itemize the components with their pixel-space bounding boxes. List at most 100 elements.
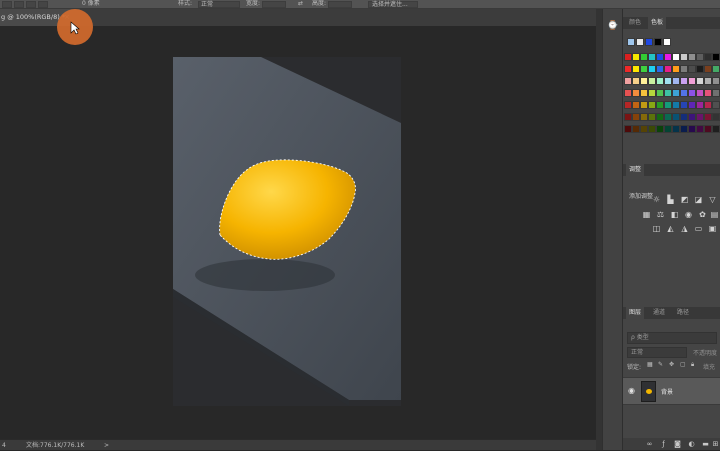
swatch[interactable]: [664, 113, 672, 121]
swatch[interactable]: [696, 113, 704, 121]
swatch[interactable]: [624, 77, 632, 85]
swatch[interactable]: [636, 38, 644, 46]
swatch[interactable]: [680, 65, 688, 73]
swatch[interactable]: [680, 113, 688, 121]
swatch[interactable]: [632, 101, 640, 109]
blend-mode-select[interactable]: 正常: [627, 347, 687, 358]
height-input[interactable]: [328, 1, 352, 8]
swatch[interactable]: [640, 113, 648, 121]
swatch[interactable]: [656, 53, 664, 61]
swatch[interactable]: [696, 89, 704, 97]
swatch[interactable]: [704, 53, 712, 61]
intersect-selection-icon[interactable]: [38, 1, 48, 8]
swatch[interactable]: [664, 53, 672, 61]
swatch[interactable]: [672, 77, 680, 85]
layer-style-icon[interactable]: ƒ: [659, 440, 668, 448]
swatch[interactable]: [648, 65, 656, 73]
swatch[interactable]: [624, 113, 632, 121]
swatch[interactable]: [680, 53, 688, 61]
swatch[interactable]: [712, 65, 720, 73]
lock-artboard-icon[interactable]: ▢: [680, 361, 686, 368]
add-mask-icon[interactable]: ◙: [673, 440, 682, 448]
lock-move-icon[interactable]: ✥: [669, 361, 674, 368]
swatch[interactable]: [632, 89, 640, 97]
new-selection-icon[interactable]: [2, 1, 12, 8]
swatch[interactable]: [664, 101, 672, 109]
layer-filter-input[interactable]: ρ 类型: [627, 332, 717, 344]
canvas-area[interactable]: [0, 26, 596, 439]
add-selection-icon[interactable]: [14, 1, 24, 8]
swatch[interactable]: [688, 89, 696, 97]
swatch[interactable]: [656, 101, 664, 109]
selective-color-icon[interactable]: ▣: [707, 224, 718, 233]
swatch[interactable]: [663, 38, 671, 46]
swatch[interactable]: [696, 53, 704, 61]
swatch[interactable]: [672, 101, 680, 109]
swatch[interactable]: [640, 125, 648, 133]
swatch[interactable]: [632, 65, 640, 73]
swatch[interactable]: [672, 125, 680, 133]
swatch[interactable]: [680, 77, 688, 85]
tab-swatches[interactable]: 色板: [648, 17, 667, 29]
swatch[interactable]: [640, 89, 648, 97]
status-menu-arrow[interactable]: >: [104, 440, 109, 451]
swatch[interactable]: [654, 38, 662, 46]
new-adjustment-icon[interactable]: ◐: [687, 440, 696, 448]
swatch[interactable]: [688, 65, 696, 73]
curves-icon[interactable]: ◩: [679, 195, 690, 204]
brightness-contrast-icon[interactable]: ☼: [651, 195, 662, 204]
swatch[interactable]: [696, 77, 704, 85]
subtract-selection-icon[interactable]: [26, 1, 36, 8]
link-layers-icon[interactable]: ∞: [645, 440, 654, 448]
swatch[interactable]: [688, 113, 696, 121]
swatch[interactable]: [632, 53, 640, 61]
swatch[interactable]: [624, 65, 632, 73]
swatch[interactable]: [664, 125, 672, 133]
swatch[interactable]: [648, 101, 656, 109]
swatch[interactable]: [664, 77, 672, 85]
tab-color[interactable]: 颜色: [626, 17, 644, 29]
levels-icon[interactable]: ▙: [665, 195, 676, 204]
channel-mixer-icon[interactable]: ✿: [697, 210, 708, 219]
swatch[interactable]: [696, 125, 704, 133]
history-panel-icon[interactable]: ⌚: [607, 20, 619, 32]
lock-paint-icon[interactable]: ✎: [658, 361, 663, 368]
swatch[interactable]: [688, 125, 696, 133]
swatch[interactable]: [704, 77, 712, 85]
swatch[interactable]: [704, 101, 712, 109]
swatch[interactable]: [656, 65, 664, 73]
swatch[interactable]: [712, 53, 720, 61]
swatch[interactable]: [624, 125, 632, 133]
vibrance-icon[interactable]: ▽: [707, 195, 718, 204]
swatch[interactable]: [680, 89, 688, 97]
swap-icon[interactable]: ⇄: [298, 0, 303, 8]
swatch[interactable]: [632, 125, 640, 133]
width-input[interactable]: [262, 1, 286, 8]
style-select[interactable]: 正常: [198, 1, 240, 8]
tab-paths[interactable]: 路径: [674, 307, 692, 319]
swatch[interactable]: [648, 125, 656, 133]
threshold-icon[interactable]: ◮: [679, 224, 690, 233]
lock-all-icon[interactable]: 🔒︎: [691, 361, 694, 369]
layer-row-background[interactable]: ◉ 背景: [623, 377, 720, 405]
hue-saturation-icon[interactable]: ▦: [641, 210, 652, 219]
select-and-mask-button[interactable]: 选择并遮住...: [368, 1, 418, 8]
swatch[interactable]: [680, 101, 688, 109]
eye-icon[interactable]: ◉: [628, 386, 638, 396]
swatch[interactable]: [664, 89, 672, 97]
swatch[interactable]: [712, 113, 720, 121]
swatch[interactable]: [712, 101, 720, 109]
swatch[interactable]: [696, 101, 704, 109]
swatch[interactable]: [688, 101, 696, 109]
swatch[interactable]: [648, 77, 656, 85]
feather-value[interactable]: 0 像素: [82, 0, 100, 8]
swatch[interactable]: [656, 125, 664, 133]
document-image[interactable]: [173, 57, 401, 406]
swatch[interactable]: [648, 53, 656, 61]
black-white-icon[interactable]: ◧: [669, 210, 680, 219]
swatch[interactable]: [672, 89, 680, 97]
swatch[interactable]: [672, 65, 680, 73]
swatch[interactable]: [645, 38, 653, 46]
lock-transparent-icon[interactable]: ▦: [647, 361, 653, 368]
swatch[interactable]: [656, 77, 664, 85]
